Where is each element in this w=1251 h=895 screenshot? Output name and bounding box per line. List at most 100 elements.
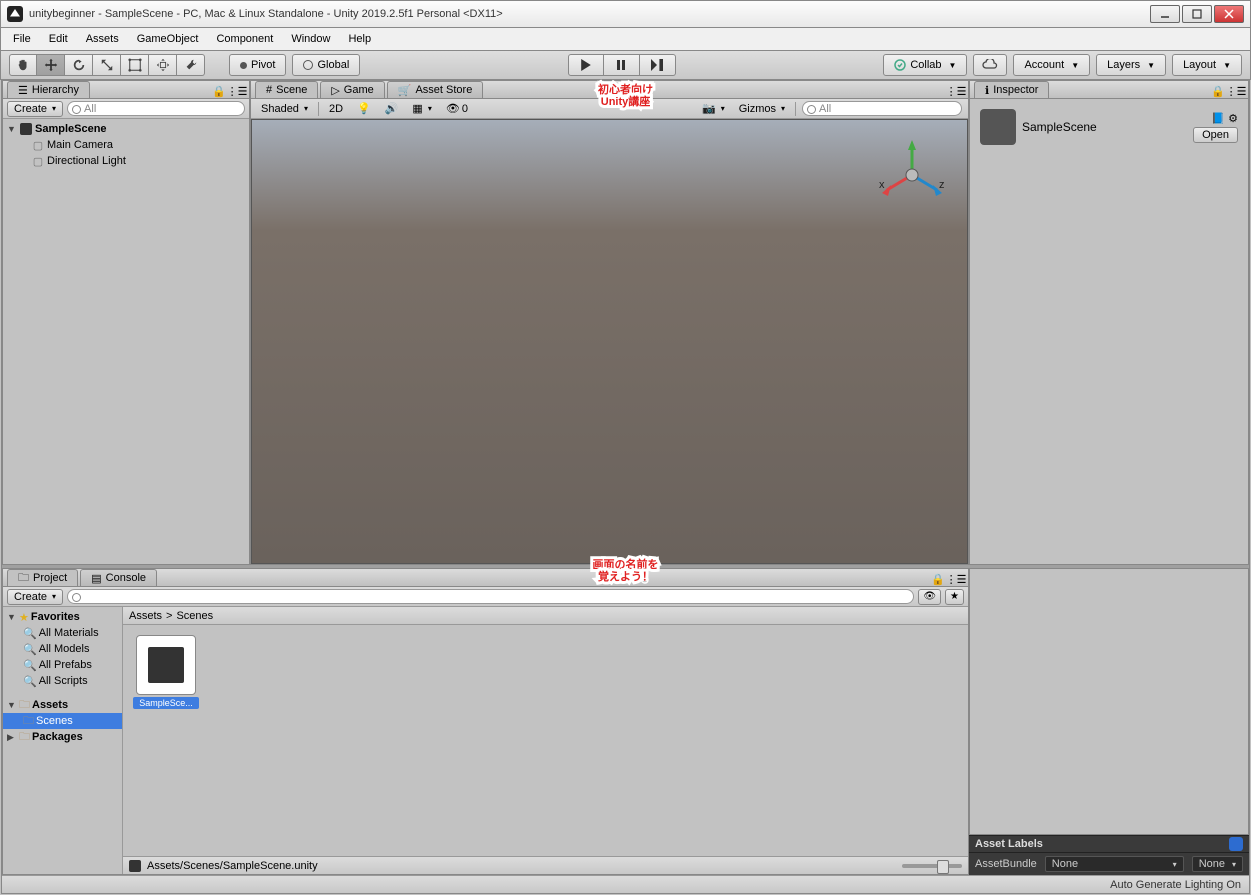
- thumbnail-size-slider[interactable]: [902, 864, 962, 868]
- menu-file[interactable]: File: [5, 31, 39, 47]
- gizmos-dropdown[interactable]: Gizmos▾: [735, 103, 789, 115]
- panel-menu-icon[interactable]: ⋮☰: [948, 572, 964, 586]
- status-text: Auto Generate Lighting On: [1110, 879, 1241, 891]
- play-button[interactable]: [568, 54, 604, 76]
- hierarchy-item-label: Directional Light: [47, 155, 126, 167]
- hierarchy-create-dropdown[interactable]: Create▾: [7, 101, 63, 117]
- panel-lock-icon[interactable]: 🔒: [930, 572, 946, 586]
- project-tab[interactable]: 🗀 Project: [7, 569, 78, 586]
- favorite-item[interactable]: 🔍All Materials: [3, 625, 122, 641]
- asset-store-tab[interactable]: 🛒 Asset Store: [387, 81, 484, 98]
- hierarchy-tab[interactable]: ☰ Hierarchy: [7, 81, 90, 98]
- asset-labels-header[interactable]: Asset Labels: [969, 835, 1249, 853]
- open-label: Open: [1202, 129, 1229, 141]
- close-button[interactable]: [1214, 5, 1244, 23]
- create-label: Create: [14, 103, 47, 115]
- packages-label: Packages: [32, 731, 83, 743]
- minimize-button[interactable]: [1150, 5, 1180, 23]
- collab-dropdown[interactable]: Collab▼: [883, 54, 967, 76]
- global-toggle[interactable]: Global: [292, 54, 360, 76]
- move-tool-button[interactable]: [37, 54, 65, 76]
- scene-viewport[interactable]: x z: [251, 119, 968, 564]
- menu-edit[interactable]: Edit: [41, 31, 76, 47]
- favorites-row[interactable]: ▼★Favorites: [3, 609, 122, 625]
- maximize-button[interactable]: [1182, 5, 1212, 23]
- menu-help[interactable]: Help: [340, 31, 379, 47]
- breadcrumb-root[interactable]: Assets: [129, 610, 162, 622]
- audio-toggle[interactable]: 🔊: [381, 102, 403, 115]
- favorite-item[interactable]: 🔍All Scripts: [3, 673, 122, 689]
- favorite-item[interactable]: 🔍All Models: [3, 641, 122, 657]
- preview-panel: Asset Labels AssetBundle None▾ None▾: [969, 568, 1249, 875]
- inspector-open-button[interactable]: Open: [1193, 127, 1238, 143]
- layers-dropdown[interactable]: Layers▼: [1096, 54, 1166, 76]
- collab-icon: [894, 59, 906, 71]
- scene-name: SampleScene: [35, 123, 107, 135]
- project-create-dropdown[interactable]: Create▾: [7, 589, 63, 605]
- assets-row[interactable]: ▼🗀Assets: [3, 697, 122, 713]
- packages-row[interactable]: ▶🗀Packages: [3, 729, 122, 745]
- hierarchy-item[interactable]: ▢Main Camera: [3, 137, 249, 153]
- orientation-gizmo[interactable]: x z: [877, 140, 947, 210]
- assetbundle-variant-dropdown[interactable]: None▾: [1192, 856, 1243, 872]
- lighting-toggle[interactable]: 💡: [353, 102, 375, 115]
- hierarchy-item[interactable]: ▢Directional Light: [3, 153, 249, 169]
- unity-logo-icon: [7, 6, 23, 22]
- pivot-toggle[interactable]: Pivot: [229, 54, 286, 76]
- assetbundle-name-dropdown[interactable]: None▾: [1045, 856, 1184, 872]
- account-label: Account: [1024, 59, 1064, 71]
- inspector-help-icon[interactable]: 📘 ⚙: [1211, 112, 1238, 125]
- menu-assets[interactable]: Assets: [78, 31, 127, 47]
- favorite-item[interactable]: 🔍All Prefabs: [3, 657, 122, 673]
- project-filter-icon[interactable]: 👁: [918, 589, 941, 605]
- pause-button[interactable]: [604, 54, 640, 76]
- cloud-button[interactable]: [973, 54, 1007, 76]
- hierarchy-item-label: Main Camera: [47, 139, 113, 151]
- menu-window[interactable]: Window: [283, 31, 338, 47]
- game-tab[interactable]: ▷ Game: [320, 81, 384, 98]
- scale-tool-button[interactable]: [93, 54, 121, 76]
- step-button[interactable]: [640, 54, 676, 76]
- project-panel: 🗀 Project ▤ Console 🔒⋮☰ Create▾ 👁 ★ ▼★Fa…: [2, 568, 969, 875]
- shaded-label: Shaded: [261, 103, 299, 115]
- panel-menu-icon[interactable]: ⋮☰: [229, 84, 245, 98]
- 2d-toggle[interactable]: 2D: [325, 103, 347, 115]
- project-star-filter-icon[interactable]: ★: [945, 589, 964, 605]
- gizmo-x-label: x: [879, 179, 885, 191]
- project-footer: Assets/Scenes/SampleScene.unity: [123, 856, 968, 874]
- 2d-label: 2D: [329, 103, 343, 115]
- menu-gameobject[interactable]: GameObject: [129, 31, 207, 47]
- rotate-tool-button[interactable]: [65, 54, 93, 76]
- transform-tool-button[interactable]: [149, 54, 177, 76]
- panel-menu-icon[interactable]: ⋮☰: [1228, 84, 1244, 98]
- asset-item[interactable]: SampleSce...: [133, 635, 199, 709]
- hierarchy-scene-row[interactable]: ▼ SampleScene: [3, 121, 249, 137]
- assets-label: Assets: [32, 699, 68, 711]
- breadcrumb-current[interactable]: Scenes: [176, 610, 213, 622]
- scene-tab[interactable]: # Scene: [255, 81, 318, 98]
- hand-tool-button[interactable]: [9, 54, 37, 76]
- camera-toggle[interactable]: 📷▾: [698, 102, 729, 115]
- project-breadcrumb[interactable]: Assets > Scenes: [123, 607, 968, 625]
- custom-tool-button[interactable]: [177, 54, 205, 76]
- search-icon: 🔍: [23, 643, 37, 656]
- menu-component[interactable]: Component: [208, 31, 281, 47]
- project-search-input[interactable]: [67, 589, 914, 604]
- rect-tool-button[interactable]: [121, 54, 149, 76]
- hierarchy-panel: ☰ Hierarchy 🔒⋮☰ Create▾ All ▼ SampleScen…: [2, 80, 250, 565]
- none-label: None: [1199, 858, 1225, 870]
- inspector-tab[interactable]: ℹ Inspector: [974, 81, 1049, 98]
- panel-lock-icon[interactable]: 🔒: [211, 84, 227, 98]
- tag-icon[interactable]: [1229, 837, 1243, 851]
- hidden-toggle[interactable]: 👁 0: [442, 102, 472, 115]
- scene-search-input[interactable]: All: [802, 101, 962, 116]
- layout-dropdown[interactable]: Layout▼: [1172, 54, 1242, 76]
- shaded-dropdown[interactable]: Shaded▾: [257, 103, 312, 115]
- account-dropdown[interactable]: Account▼: [1013, 54, 1090, 76]
- game-tab-label: Game: [344, 84, 374, 96]
- panel-lock-icon[interactable]: 🔒: [1210, 84, 1226, 98]
- fx-toggle[interactable]: ▦▾: [408, 102, 435, 115]
- panel-menu-icon[interactable]: ⋮☰: [948, 84, 964, 98]
- hierarchy-search-input[interactable]: All: [67, 101, 245, 116]
- console-tab[interactable]: ▤ Console: [80, 569, 157, 586]
